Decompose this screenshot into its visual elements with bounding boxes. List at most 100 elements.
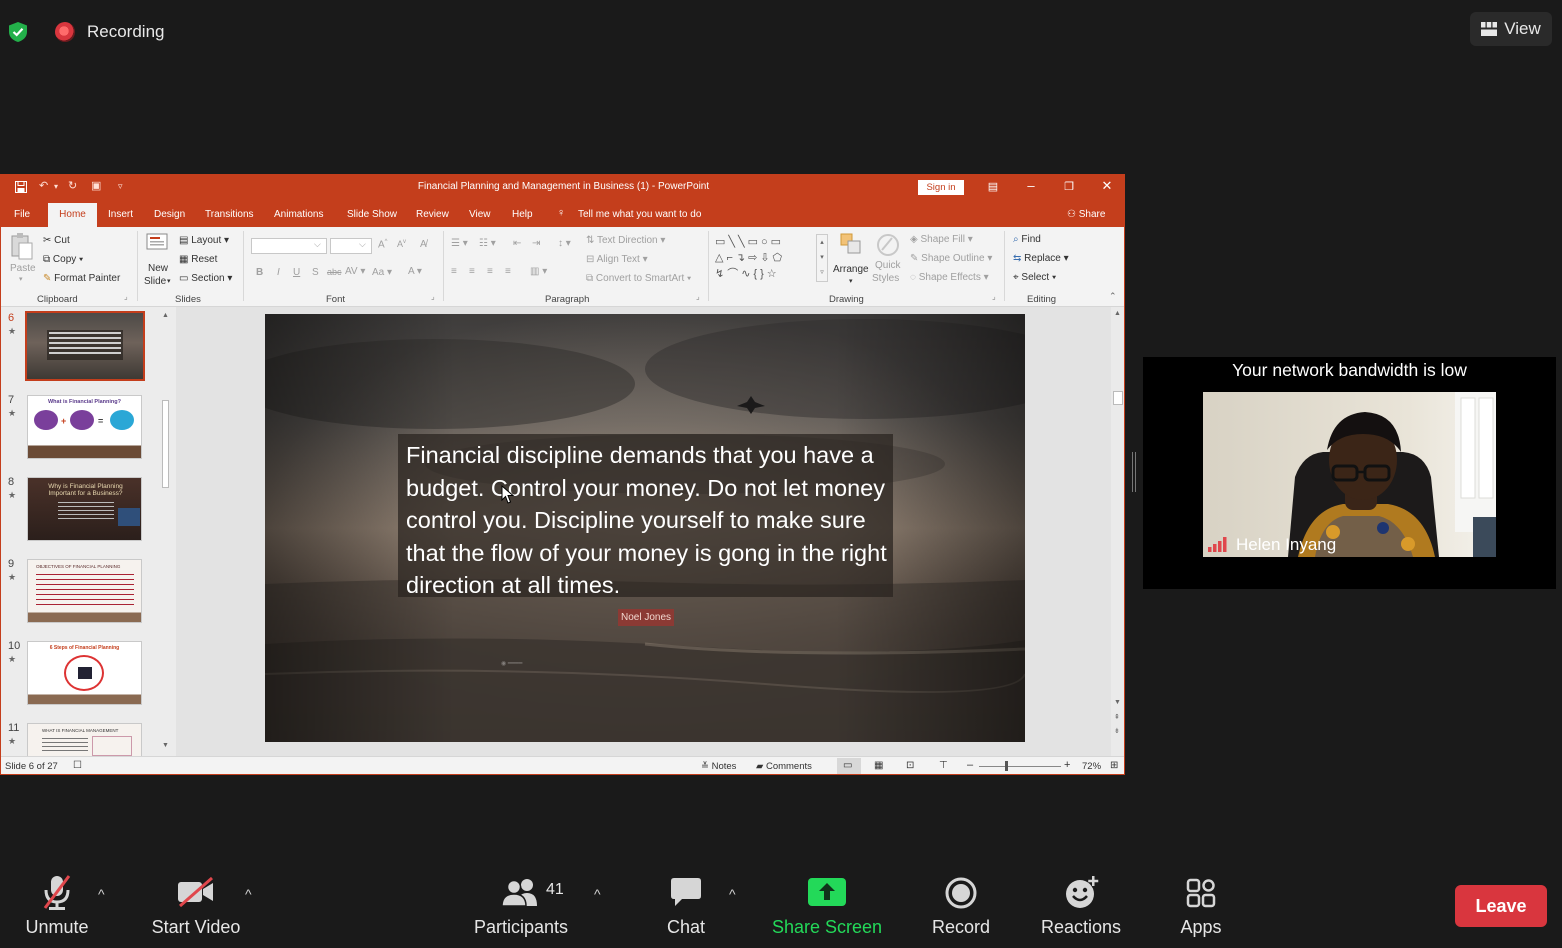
columns-icon[interactable]: ▥ ▾ — [530, 266, 547, 277]
drawing-launcher-icon[interactable]: ⌟ — [992, 292, 996, 301]
recording-indicator-icon[interactable] — [55, 22, 75, 42]
shapes-gallery[interactable]: ▭╲╲▭○▭ △⌐↴⇨⇩⬠ ↯⌒∿{}☆ — [715, 234, 815, 284]
shape-outline-button[interactable]: ✎ Shape Outline ▾ — [910, 253, 992, 264]
zoom-in-icon[interactable]: + — [1064, 759, 1070, 771]
share-button[interactable]: ⚇ Share — [1067, 209, 1105, 220]
line-spacing-icon[interactable]: ↕ ▾ — [558, 238, 571, 249]
align-text-button[interactable]: ⊟ Align Text ▾ — [586, 254, 648, 265]
tab-view[interactable]: View — [469, 209, 491, 220]
align-right-icon[interactable]: ≡ — [487, 266, 493, 277]
slideshow-view-icon[interactable]: ⊤ — [939, 760, 948, 771]
restore-icon[interactable]: ❐ — [1059, 180, 1079, 193]
decrease-font-icon[interactable]: Av — [397, 239, 406, 249]
select-button[interactable]: ⌖ Select ▾ — [1013, 272, 1056, 283]
shape-fill-button[interactable]: ◈ Shape Fill ▾ — [910, 234, 973, 245]
change-case-button[interactable]: Aa ▾ — [372, 267, 392, 278]
reading-view-icon[interactable]: ⊡ — [906, 760, 914, 771]
thumbnails-scrollbar[interactable]: ▲ ▼ — [160, 312, 172, 752]
bullets-icon[interactable]: ☰ ▾ — [451, 238, 468, 249]
paragraph-launcher-icon[interactable]: ⌟ — [696, 292, 700, 301]
increase-font-icon[interactable]: A^ — [378, 239, 388, 250]
reset-button[interactable]: ▦ Reset — [179, 254, 217, 265]
collapse-ribbon-icon[interactable]: ⌃ — [1109, 291, 1117, 302]
zoom-out-icon[interactable]: – — [967, 759, 973, 771]
sign-in-button[interactable]: Sign in — [918, 180, 964, 195]
chat-button[interactable]: Chat — [656, 860, 716, 948]
arrange-icon[interactable] — [839, 232, 863, 258]
slide-thumbnails-pane[interactable]: 6 ★ 7 ★ What is Financial Planning? + = … — [1, 307, 176, 756]
comments-button[interactable]: ▰ Comments — [756, 761, 812, 772]
unmute-button[interactable]: Unmute — [14, 860, 100, 948]
underline-button[interactable]: U — [293, 267, 300, 278]
leave-button[interactable]: Leave — [1455, 885, 1547, 927]
shadow-button[interactable]: S — [312, 267, 319, 278]
participants-button[interactable]: 41 Participants — [470, 860, 572, 948]
new-slide-label-2[interactable]: Slide — [144, 276, 166, 287]
clipboard-launcher-icon[interactable]: ⌟ — [124, 292, 128, 301]
zoom-slider[interactable] — [979, 766, 1061, 767]
quick-styles-icon[interactable] — [875, 232, 901, 258]
apps-button[interactable]: Apps — [1170, 860, 1232, 948]
tab-slide-show[interactable]: Slide Show — [347, 209, 397, 220]
record-button[interactable]: Record — [926, 860, 996, 948]
clear-formatting-icon[interactable]: A̸ — [420, 239, 427, 250]
numbering-icon[interactable]: ☷ ▾ — [479, 238, 496, 249]
text-direction-button[interactable]: ⇅ Text Direction ▾ — [586, 235, 665, 246]
tab-animations[interactable]: Animations — [274, 209, 323, 220]
shapes-gallery-scroll[interactable]: ▴ ▾ ▿ — [816, 234, 828, 282]
new-slide-icon[interactable] — [146, 231, 170, 259]
format-painter-button[interactable]: ✎ Format Painter — [43, 273, 120, 284]
paste-dropdown-icon[interactable]: ▾ — [19, 275, 23, 283]
layout-button[interactable]: ▤ Layout ▾ — [179, 235, 229, 246]
tell-me-search[interactable]: Tell me what you want to do — [578, 209, 701, 220]
quick-styles-label-2[interactable]: Styles — [872, 273, 899, 284]
align-center-icon[interactable]: ≡ — [469, 266, 475, 277]
start-video-button[interactable]: Start Video — [146, 860, 246, 948]
replace-button[interactable]: ⇆ Replace ▾ — [1013, 253, 1069, 264]
slide-thumb-10[interactable]: 6 Steps of Financial Planning — [27, 641, 142, 705]
increase-indent-icon[interactable]: ⇥ — [532, 238, 540, 249]
minimize-icon[interactable]: – — [1021, 178, 1041, 193]
character-spacing-icon[interactable]: AV ▾ — [345, 266, 365, 277]
new-slide-dropdown-icon[interactable]: ▾ — [167, 277, 171, 285]
strikethrough-button[interactable]: abc — [327, 267, 342, 277]
participants-options-caret-icon[interactable]: ^ — [594, 886, 601, 902]
arrange-dropdown-icon[interactable]: ▾ — [849, 277, 853, 285]
slide-thumb-6[interactable] — [25, 311, 145, 381]
chat-options-caret-icon[interactable]: ^ — [729, 886, 736, 902]
accessibility-icon[interactable]: ☐ — [73, 760, 82, 771]
fit-to-window-icon[interactable]: ⊞ — [1110, 760, 1118, 771]
arrange-label[interactable]: Arrange — [833, 264, 869, 275]
slide-thumb-7[interactable]: What is Financial Planning? + = — [27, 395, 142, 459]
slide-thumb-11[interactable]: WHAT IS FINANCIAL MANAGEMENT — [27, 723, 142, 756]
section-button[interactable]: ▭ Section ▾ — [179, 273, 232, 284]
font-launcher-icon[interactable]: ⌟ — [431, 292, 435, 301]
zoom-slider-thumb[interactable] — [1005, 761, 1008, 771]
quick-styles-label-1[interactable]: Quick — [875, 260, 901, 271]
tab-review[interactable]: Review — [416, 209, 449, 220]
paste-label[interactable]: Paste — [10, 263, 36, 274]
tab-file[interactable]: File — [14, 209, 30, 220]
paste-icon[interactable] — [9, 233, 35, 260]
notes-button[interactable]: ≚ Notes — [701, 761, 736, 772]
decrease-indent-icon[interactable]: ⇤ — [513, 238, 521, 249]
close-icon[interactable]: ✕ — [1097, 178, 1117, 194]
slide-vertical-scrollbar[interactable]: ▲ ▼ ⇞ ⇟ — [1111, 307, 1124, 756]
convert-smartart-button[interactable]: ⧉ Convert to SmartArt ▾ — [586, 273, 691, 284]
font-color-icon[interactable]: A ▾ — [408, 266, 422, 277]
slide-sorter-icon[interactable]: ▦ — [874, 760, 883, 771]
tab-insert[interactable]: Insert — [108, 209, 133, 220]
tab-help[interactable]: Help — [512, 209, 533, 220]
align-left-icon[interactable]: ≡ — [451, 266, 457, 277]
panel-resize-handle[interactable] — [1132, 452, 1136, 492]
zoom-level[interactable]: 72% — [1082, 761, 1101, 772]
ribbon-display-options-icon[interactable]: ▤ — [983, 180, 1003, 193]
encryption-shield-icon[interactable] — [8, 21, 28, 43]
slide-thumb-9[interactable]: OBJECTIVES OF FINANCIAL PLANNING — [27, 559, 142, 623]
tab-transitions[interactable]: Transitions — [205, 209, 254, 220]
justify-icon[interactable]: ≡ — [505, 266, 511, 277]
view-button[interactable]: View — [1470, 12, 1552, 46]
reactions-button[interactable]: Reactions — [1038, 860, 1124, 948]
cut-button[interactable]: ✂ Cut — [43, 235, 70, 246]
shape-effects-button[interactable]: ◌ Shape Effects ▾ — [910, 272, 989, 283]
